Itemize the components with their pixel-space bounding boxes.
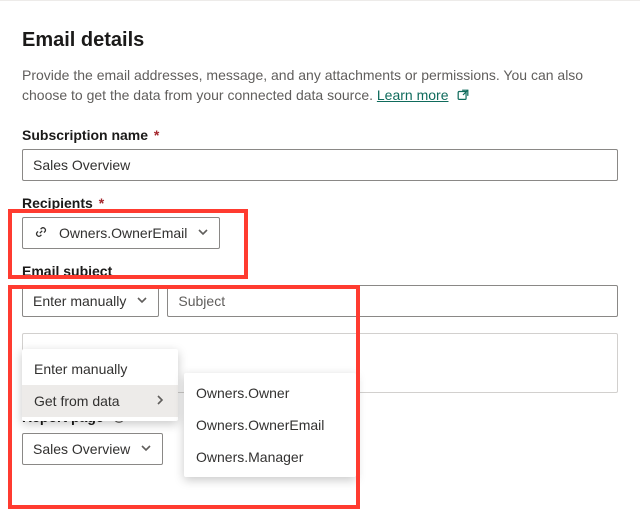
recipients-label: Recipients *: [22, 195, 618, 211]
learn-more-link[interactable]: Learn more: [377, 87, 449, 103]
chevron-down-icon: [136, 293, 148, 309]
chevron-down-icon: [197, 225, 209, 241]
subscription-name-label: Subscription name *: [22, 127, 618, 143]
submenu-item-owners-manager[interactable]: Owners.Manager: [184, 441, 356, 473]
email-subject-label: Email subject: [22, 263, 618, 279]
menu-item-get-from-data[interactable]: Get from data: [22, 385, 178, 417]
email-subject-mode-label: Enter manually: [33, 293, 126, 309]
page-title: Email details: [22, 29, 618, 52]
subject-data-submenu: Owners.Owner Owners.OwnerEmail Owners.Ma…: [184, 373, 356, 477]
recipients-chip[interactable]: Owners.OwnerEmail: [22, 217, 220, 249]
subscription-name-input[interactable]: [22, 149, 618, 181]
report-page-dropdown[interactable]: Sales Overview: [22, 433, 163, 465]
external-link-icon: [456, 88, 470, 108]
required-marker: *: [99, 195, 104, 211]
menu-item-enter-manually[interactable]: Enter manually: [22, 353, 178, 385]
page-description: Provide the email addresses, message, an…: [22, 66, 618, 107]
submenu-item-owners-owneremail[interactable]: Owners.OwnerEmail: [184, 409, 356, 441]
link-icon: [33, 224, 49, 243]
email-subject-mode-dropdown[interactable]: Enter manually: [22, 285, 159, 317]
report-page-value: Sales Overview: [33, 441, 130, 457]
chevron-right-icon: [154, 393, 166, 409]
chevron-down-icon: [140, 441, 152, 457]
description-text: Provide the email addresses, message, an…: [22, 67, 583, 103]
required-marker: *: [154, 127, 159, 143]
subject-mode-menu: Enter manually Get from data: [22, 349, 178, 421]
submenu-item-owners-owner[interactable]: Owners.Owner: [184, 377, 356, 409]
recipients-chip-label: Owners.OwnerEmail: [59, 225, 187, 241]
email-subject-input[interactable]: [167, 285, 618, 317]
